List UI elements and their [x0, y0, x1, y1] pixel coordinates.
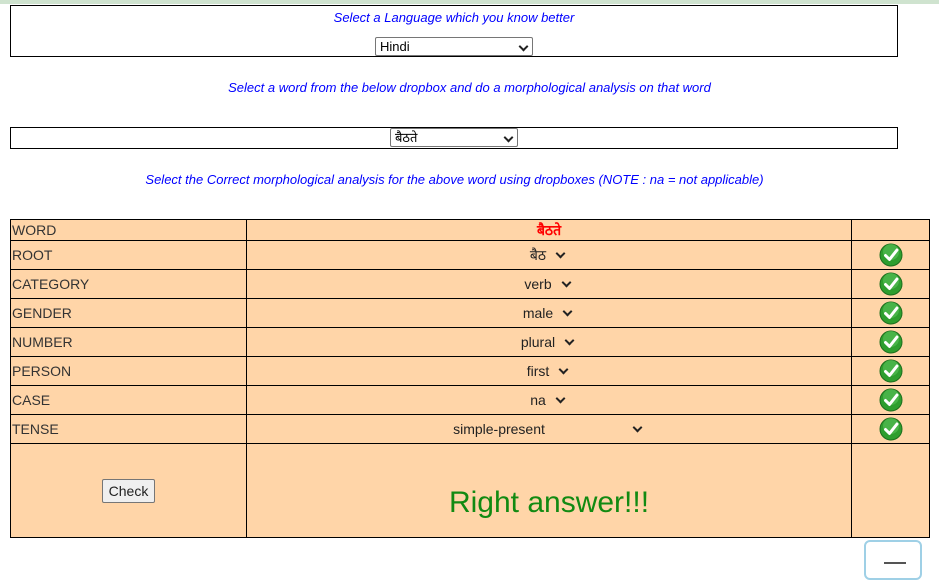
word-result-cell	[851, 219, 930, 241]
correct-tick-icon	[879, 243, 902, 267]
category-select[interactable]: verb	[524, 274, 573, 294]
root-cell: बैठ	[246, 240, 852, 270]
case-cell: na	[246, 385, 852, 415]
number-select[interactable]: plural	[521, 332, 577, 352]
chevron-down-icon	[555, 248, 566, 259]
result-message-cell: Right answer!!!	[246, 443, 852, 538]
number-cell: plural	[246, 327, 852, 357]
gender-cell: male	[246, 298, 852, 328]
chevron-down-icon	[555, 393, 566, 404]
word-select[interactable]: बैठते	[390, 128, 518, 147]
floating-menu-button[interactable]	[864, 540, 922, 580]
table-row-check: Check Right answer!!!	[10, 443, 930, 538]
person-select[interactable]: first	[527, 361, 572, 381]
language-section: Select a Language which you know better …	[10, 5, 898, 57]
word-select-value: बैठते	[395, 131, 418, 146]
result-message: Right answer!!!	[448, 486, 650, 519]
chevron-down-icon	[518, 41, 529, 52]
check-cell: Check	[10, 443, 247, 538]
gender-label: GENDER	[10, 298, 247, 328]
table-row-case: CASE na	[10, 385, 930, 415]
category-select-value: verb	[524, 276, 552, 292]
root-select-value: बैठ	[529, 248, 547, 264]
table-row-root: ROOT बैठ	[10, 240, 930, 270]
correct-tick-icon	[879, 330, 902, 354]
table-row-category: CATEGORY verb	[10, 269, 930, 299]
case-label: CASE	[10, 385, 247, 415]
chevron-down-icon	[558, 364, 569, 375]
category-cell: verb	[246, 269, 852, 299]
top-strip	[0, 0, 939, 4]
person-label: PERSON	[10, 356, 247, 386]
tense-select-value: simple-present	[453, 421, 545, 437]
tense-label: TENSE	[10, 414, 247, 444]
number-select-value: plural	[520, 334, 556, 350]
case-select[interactable]: na	[530, 390, 568, 410]
language-label: Select a Language which you know better	[333, 10, 575, 25]
root-select[interactable]: बैठ	[530, 245, 568, 265]
empty-result-cell	[851, 443, 930, 538]
word-value-cell: बैठते	[246, 219, 852, 241]
category-result-cell	[851, 269, 930, 299]
gender-select[interactable]: male	[523, 303, 575, 323]
gender-result-cell	[851, 298, 930, 328]
correct-tick-icon	[879, 388, 902, 412]
analysis-instruction: Select the Correct morphological analysi…	[145, 172, 764, 187]
word-section: बैठते	[10, 127, 898, 149]
table-row-gender: GENDER male	[10, 298, 930, 328]
root-result-cell	[851, 240, 930, 270]
chevron-down-icon	[632, 422, 643, 433]
table-row-person: PERSON first	[10, 356, 930, 386]
gender-select-value: male	[522, 305, 554, 321]
correct-tick-icon	[879, 272, 902, 296]
case-select-value: na	[530, 392, 546, 408]
chevron-down-icon	[503, 132, 514, 143]
morph-table: WORD बैठते ROOT बैठ CATEGORY verb GENDER…	[10, 219, 930, 538]
person-select-value: first	[526, 363, 550, 379]
person-result-cell	[851, 356, 930, 386]
chevron-down-icon	[562, 306, 573, 317]
table-row-tense: TENSE simple-present	[10, 414, 930, 444]
table-row-number: NUMBER plural	[10, 327, 930, 357]
table-row-word: WORD बैठते	[10, 219, 930, 241]
category-label: CATEGORY	[10, 269, 247, 299]
menu-icon	[884, 562, 906, 564]
number-result-cell	[851, 327, 930, 357]
tense-result-cell	[851, 414, 930, 444]
correct-tick-icon	[879, 359, 902, 383]
chevron-down-icon	[564, 335, 575, 346]
correct-tick-icon	[879, 301, 902, 325]
language-select-value: Hindi	[380, 39, 410, 54]
tense-select[interactable]: simple-present	[453, 419, 645, 439]
tense-cell: simple-present	[246, 414, 852, 444]
case-result-cell	[851, 385, 930, 415]
root-label: ROOT	[10, 240, 247, 270]
word-instruction: Select a word from the below dropbox and…	[228, 80, 711, 95]
correct-tick-icon	[879, 417, 902, 441]
number-label: NUMBER	[10, 327, 247, 357]
chevron-down-icon	[561, 277, 572, 288]
check-button[interactable]: Check	[101, 478, 156, 503]
word-label: WORD	[10, 219, 247, 241]
word-value: बैठते	[536, 222, 562, 239]
language-select[interactable]: Hindi	[375, 37, 533, 56]
person-cell: first	[246, 356, 852, 386]
